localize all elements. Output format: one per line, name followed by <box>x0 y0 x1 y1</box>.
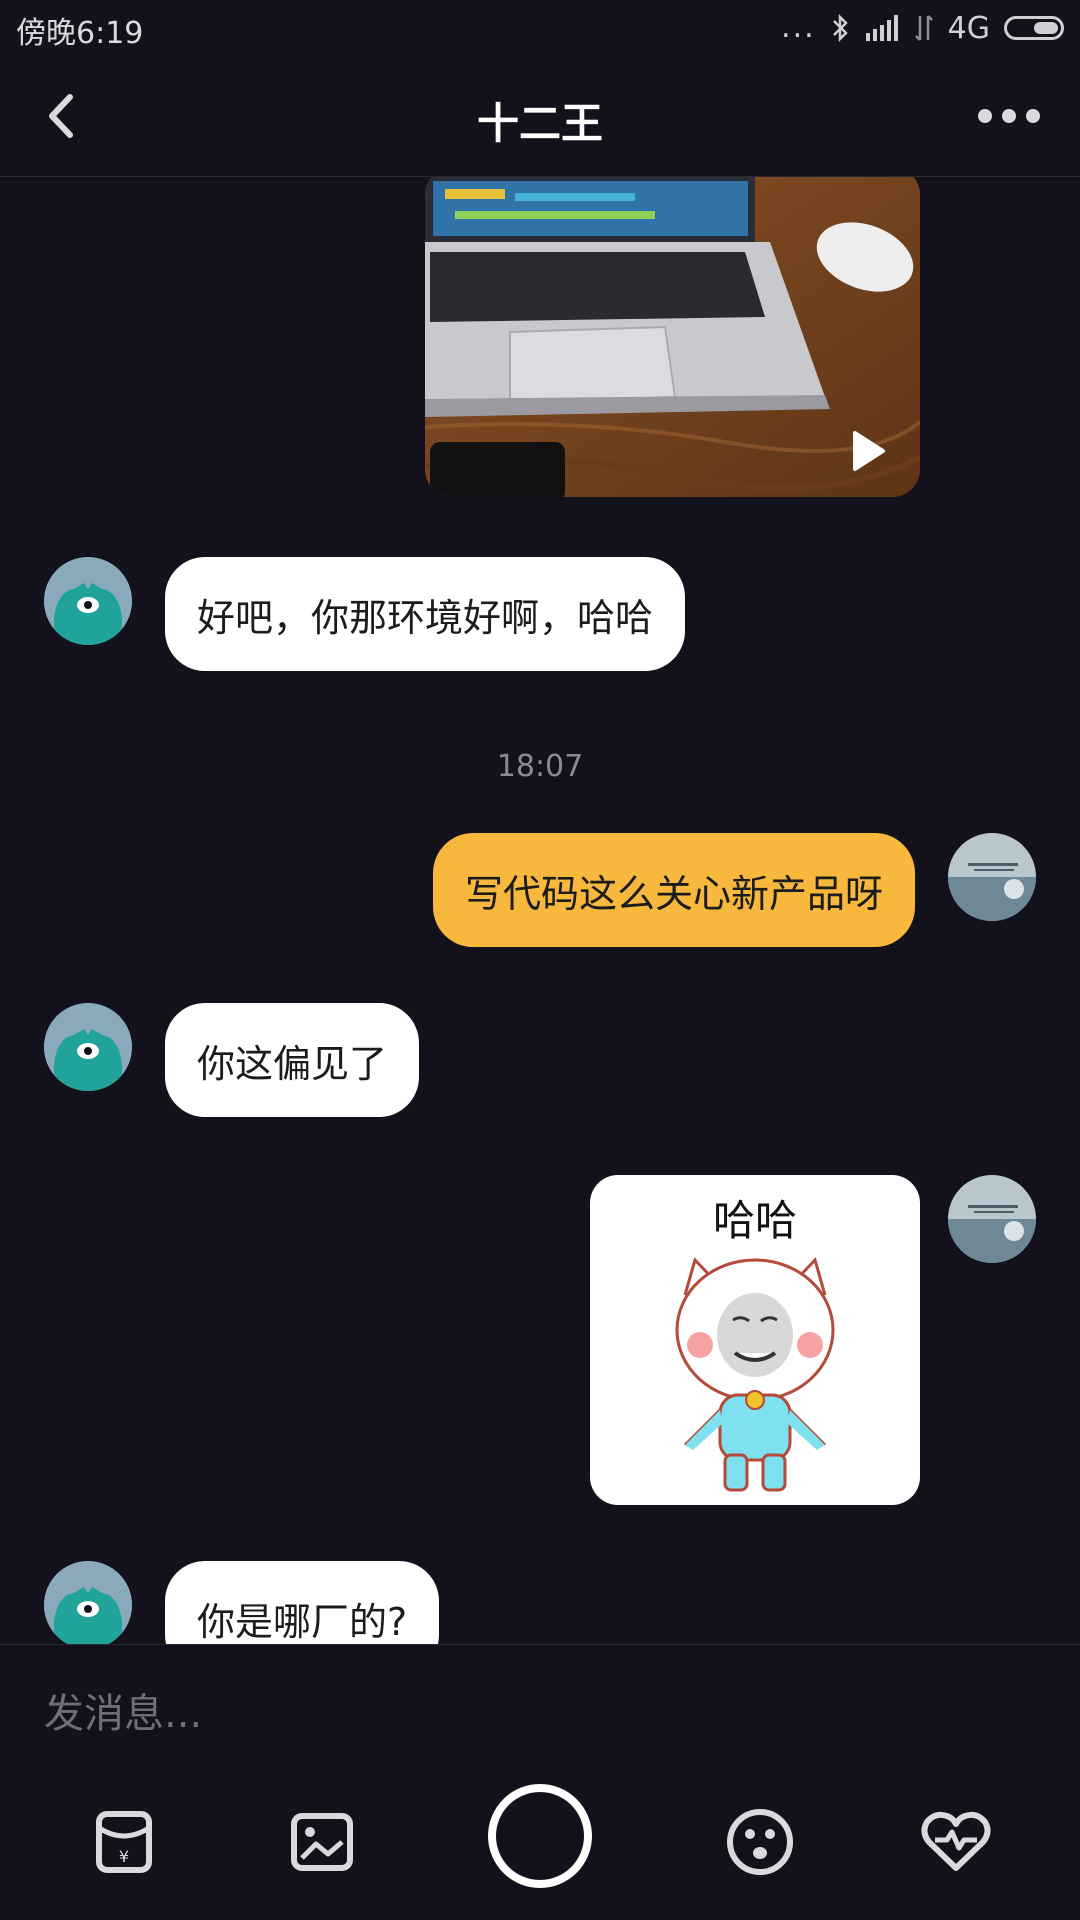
battery-icon <box>1004 16 1064 40</box>
chat-title: 十二王 <box>476 99 603 148</box>
message-text: 你是哪厂的? <box>197 1599 408 1644</box>
message-text: 好吧，你那环境好啊，哈哈 <box>197 595 654 640</box>
monster-avatar-icon <box>44 1561 132 1644</box>
avatar[interactable] <box>44 1003 132 1091</box>
bluetooth-icon <box>832 13 848 43</box>
red-packet-icon: ¥ <box>96 1811 152 1873</box>
heart-icon <box>921 1811 991 1871</box>
landscape-avatar-icon <box>948 833 1036 921</box>
signal-icon <box>865 15 898 41</box>
my-avatar[interactable] <box>948 833 1036 921</box>
message-bubble[interactable]: 写代码这么关心新产品呀 <box>432 833 915 947</box>
sticker-message[interactable]: 哈哈 <box>590 1175 920 1505</box>
landscape-avatar-icon <box>948 1175 1036 1263</box>
network-label: 4G <box>947 10 990 46</box>
message-bubble[interactable]: 你是哪厂的? <box>165 1561 440 1644</box>
emoji-button[interactable] <box>720 1802 800 1882</box>
avatar[interactable] <box>44 1561 132 1644</box>
chat-header: 十二王 <box>0 58 1080 177</box>
image-icon <box>291 1813 353 1871</box>
my-avatar[interactable] <box>948 1175 1036 1263</box>
image-button[interactable] <box>282 1802 362 1882</box>
message-timestamp: 18:07 <box>496 749 584 784</box>
message-list[interactable]: 好吧，你那环境好啊，哈哈 18:07 写代码这么关心新产品呀 你这偏见了 哈哈 <box>0 177 1080 1644</box>
video-thumbnail <box>425 177 920 497</box>
data-icon <box>914 15 933 41</box>
cat-meme-sticker <box>675 1257 835 1492</box>
status-bar: 傍晚6:19 ... 4G <box>0 0 1080 58</box>
status-time: 傍晚6:19 <box>16 16 144 51</box>
bottom-toolbar: ¥ <box>0 1764 1080 1920</box>
heart-button[interactable] <box>916 1802 996 1882</box>
status-dots: ... <box>781 10 816 45</box>
more-button[interactable] <box>974 96 1044 136</box>
message-text: 你这偏见了 <box>197 1041 388 1086</box>
message-input-bar[interactable]: 发消息... <box>0 1644 1080 1765</box>
message-bubble[interactable]: 你这偏见了 <box>165 1003 420 1117</box>
message-text: 写代码这么关心新产品呀 <box>464 871 883 916</box>
svg-text:¥: ¥ <box>119 1847 129 1866</box>
monster-avatar-icon <box>44 1003 132 1091</box>
monster-avatar-icon <box>44 557 132 645</box>
video-message[interactable] <box>425 177 920 497</box>
sticker-caption: 哈哈 <box>712 1196 797 1245</box>
status-icons: ... 4G <box>781 8 1064 48</box>
play-icon[interactable] <box>847 429 887 473</box>
emoji-icon <box>727 1809 793 1875</box>
avatar[interactable] <box>44 557 132 645</box>
message-bubble[interactable]: 好吧，你那环境好啊，哈哈 <box>165 557 686 671</box>
red-packet-button[interactable]: ¥ <box>84 1802 164 1882</box>
record-button[interactable] <box>488 1784 592 1888</box>
more-dots-icon <box>978 109 1040 123</box>
message-input[interactable]: 发消息... <box>44 1681 202 1739</box>
